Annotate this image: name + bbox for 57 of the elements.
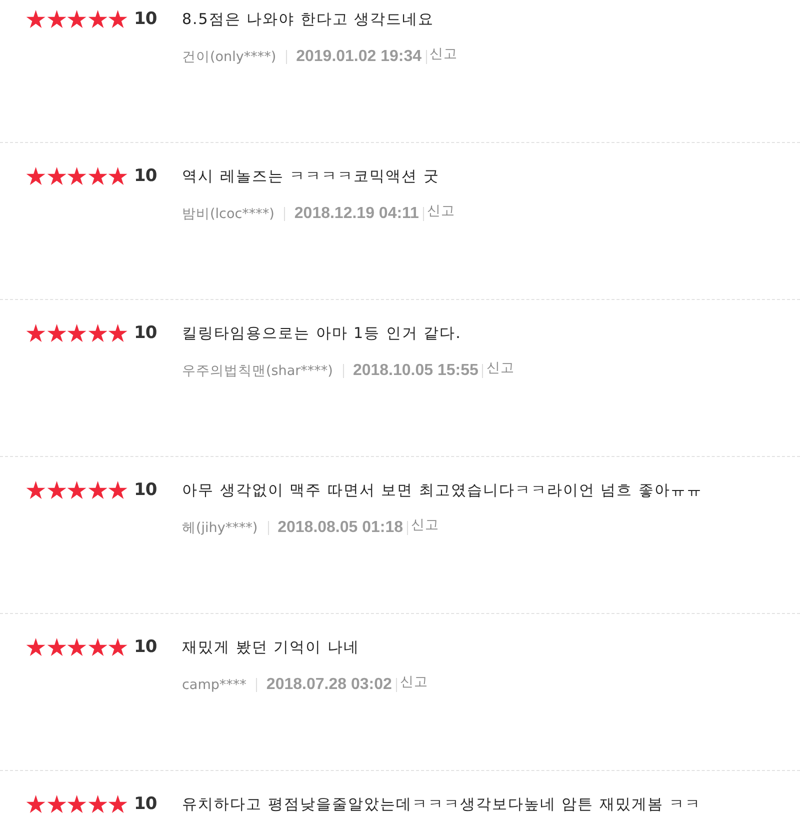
rating-score: 10 <box>134 166 158 186</box>
review-text: 킬링타임용으로는 아마 1등 인거 같다. <box>182 324 462 342</box>
star-icon <box>108 324 128 342</box>
rating-score: 10 <box>134 480 158 500</box>
star-icon <box>108 638 128 656</box>
star-icon <box>26 324 46 342</box>
report-link[interactable]: 신고 <box>430 45 458 63</box>
star-icon <box>88 638 108 656</box>
star-icon <box>108 167 128 185</box>
star-icon <box>26 10 46 28</box>
rating-score: 10 <box>134 323 158 343</box>
star-icon <box>46 638 66 656</box>
user-name: camp**** <box>182 677 246 693</box>
star-icon <box>46 167 66 185</box>
review-date: 2018.10.05 15:55 <box>352 362 478 380</box>
review-text: 유치하다고 평점낮을줄알았는데ㅋㅋㅋ생각보다높네 암튼 재밌게봄 ㅋㅋ <box>182 794 702 814</box>
star-icon <box>88 481 108 499</box>
star-icon <box>26 638 46 656</box>
star-icon <box>46 324 66 342</box>
star-icon <box>67 481 87 499</box>
review-date: 2018.12.19 04:11 <box>294 205 419 223</box>
review-text: 8.5점은 나와야 한다고 생각드네요 <box>182 10 434 28</box>
rating-score: 10 <box>134 637 158 657</box>
report-link[interactable]: 신고 <box>426 202 455 220</box>
review-text: 아무 생각없이 맥주 따면서 보면 최고였습니다ㅋㅋ라이언 넘흐 좋아ㅠㅠ <box>182 480 702 500</box>
star-icon <box>88 167 108 185</box>
star-icon <box>26 795 46 813</box>
star-icon <box>108 481 128 499</box>
star-icon <box>88 795 108 813</box>
star-icon <box>88 324 108 342</box>
user-name: 밤비(lcoc****) <box>182 206 274 222</box>
user-name: 건이(only****) <box>182 49 276 65</box>
star-icon <box>88 10 108 28</box>
user-name: 헤(jihy****) <box>182 520 258 536</box>
star-icon <box>26 481 46 499</box>
star-icon <box>67 795 87 813</box>
star-icon <box>26 167 46 185</box>
report-link[interactable]: 신고 <box>411 516 440 534</box>
star-icon <box>67 638 87 656</box>
report-link[interactable]: 신고 <box>400 673 428 691</box>
review-text: 재밌게 봤던 기억이 나네 <box>182 638 360 656</box>
star-icon <box>67 10 87 28</box>
star-icon <box>46 10 66 28</box>
star-icon <box>108 795 128 813</box>
report-link[interactable]: 신고 <box>486 359 514 377</box>
review-date: 2018.08.05 01:18 <box>278 519 404 537</box>
star-icon <box>46 481 66 499</box>
review-date: 2018.07.28 03:02 <box>266 676 392 694</box>
review-date: 2019.01.02 19:34 <box>296 48 422 66</box>
rating-score: 10 <box>134 9 158 29</box>
review-text: 역시 레놀즈는 ㅋㅋㅋㅋ코믹액션 굿 <box>182 166 440 186</box>
star-icon <box>46 795 66 813</box>
star-icon <box>67 167 87 185</box>
user-name: 우주의법칙맨(shar****) <box>182 363 333 379</box>
star-icon <box>67 324 87 342</box>
rating-score: 10 <box>134 794 158 814</box>
star-icon <box>108 10 128 28</box>
